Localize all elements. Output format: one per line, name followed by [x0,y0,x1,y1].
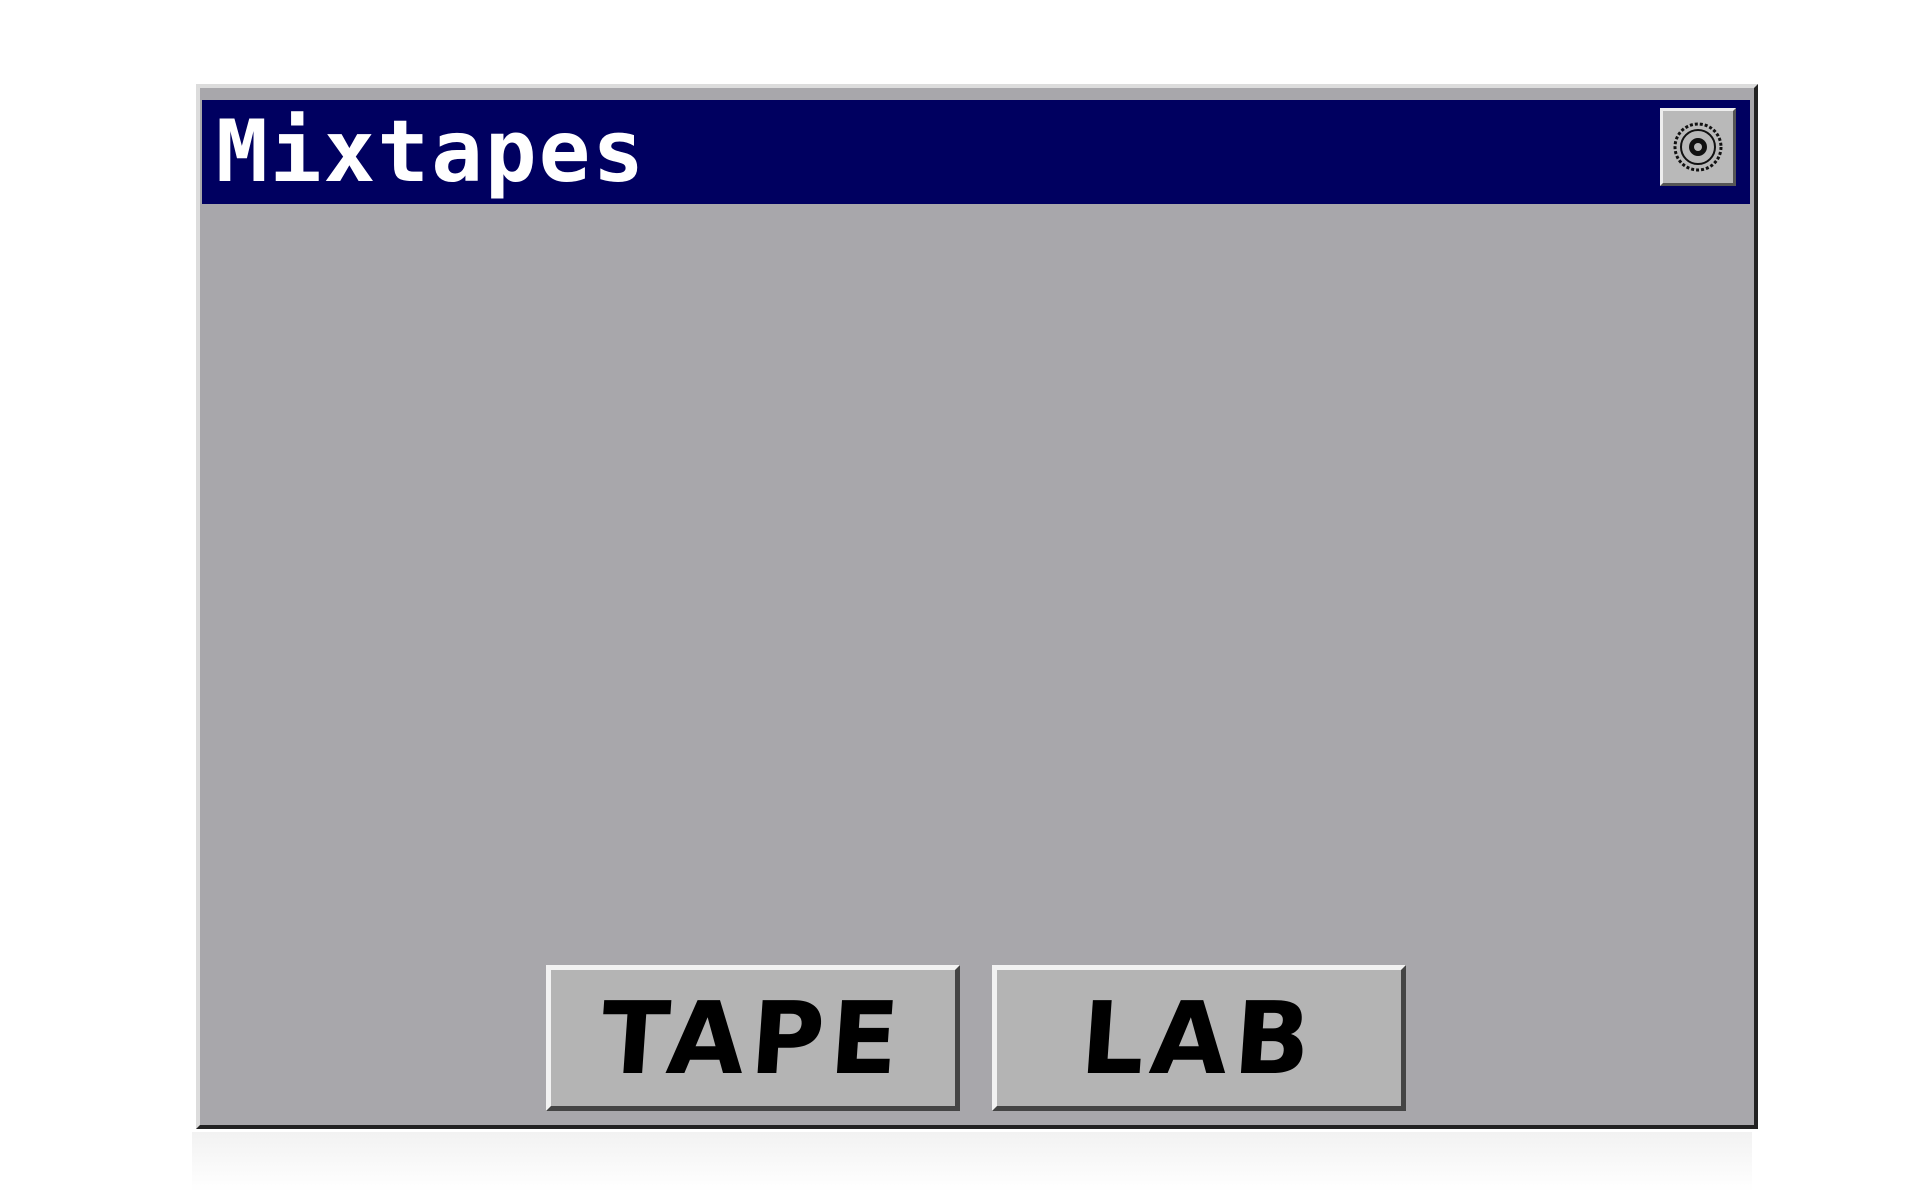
window-content [200,204,1754,1124]
gear-icon [1673,122,1723,172]
lab-button-label: LAB [1077,979,1321,1097]
settings-button[interactable] [1660,108,1736,186]
mixtapes-window: Mixtapes TAPE LAB [196,84,1758,1129]
tape-button-label: TAPE [597,979,909,1097]
lab-button[interactable]: LAB [992,965,1406,1111]
title-bar[interactable]: Mixtapes [202,100,1750,204]
window-shadow [192,1132,1752,1192]
tape-button[interactable]: TAPE [546,965,960,1111]
window-title: Mixtapes [216,102,647,202]
